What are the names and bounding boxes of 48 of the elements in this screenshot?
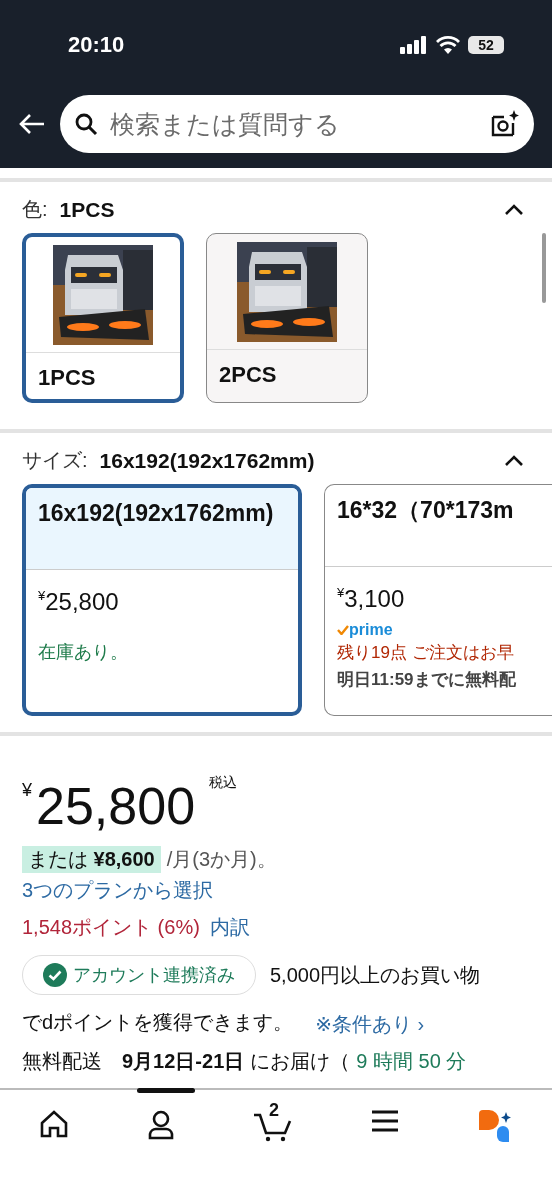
color-option[interactable]: 2PCS	[206, 233, 368, 403]
cart-count: 2	[269, 1100, 279, 1121]
size-price: $^{¥}$25,800	[38, 588, 120, 616]
prime-badge: prime	[337, 621, 393, 639]
stock-status: 在庫あり。	[38, 641, 129, 664]
delivery-countdown: 9 時間 50 分	[356, 1049, 467, 1074]
account-linked-badge: アカウント連携済み	[22, 955, 256, 995]
home-icon[interactable]	[39, 1110, 69, 1138]
wifi-icon	[436, 36, 460, 54]
points-text: 1,548ポイント (6%)	[22, 915, 200, 940]
check-circle-icon	[43, 963, 67, 987]
assistant-icon[interactable]	[477, 1110, 513, 1142]
option-value: 1PCS	[59, 197, 115, 222]
chevron-up-icon[interactable]	[504, 203, 524, 216]
breakdown-link[interactable]: 内訳	[209, 914, 250, 941]
product-price: $^{¥}$25,800	[22, 776, 196, 836]
installment-price: または ¥8,600	[22, 846, 161, 873]
size-option[interactable]: 16x192(192x1762mm) $^{¥}$25,800 在庫あり。	[22, 484, 302, 716]
delivery-date: 9月12日-21日	[122, 1049, 245, 1074]
size-title: 16*32（70*173m	[337, 497, 514, 523]
stock-warning: 残り19点 ご注文はお早	[337, 642, 515, 664]
conditions-link[interactable]: ※条件あり ›	[315, 1011, 425, 1038]
search-field[interactable]: 検索または質問する	[108, 108, 480, 140]
chevron-up-icon[interactable]	[504, 454, 524, 467]
signal-icon	[400, 36, 428, 54]
delivery-text: にお届け（	[250, 1049, 351, 1074]
dpoint-text: でdポイントを獲得できます。	[22, 1010, 294, 1035]
delivery-note: 明日11:59までに無料配	[337, 669, 517, 691]
size-option[interactable]: 16*32（70*173m $^{¥}$3,100 prime 残り19点 ご注文はお早 明日11:59までに無料配	[324, 484, 552, 716]
search-icon	[74, 112, 98, 136]
delivery-label: 無料配送	[22, 1049, 102, 1074]
size-title: 16x192(192x1762mm)	[38, 500, 274, 526]
color-option[interactable]: 1PCS	[22, 233, 184, 403]
back-arrow-icon[interactable]	[18, 113, 46, 135]
status-time: 20:10	[68, 32, 125, 58]
plans-link[interactable]: 3つのプランから選択	[22, 877, 530, 904]
account-icon[interactable]	[147, 1110, 175, 1140]
size-price: $^{¥}$3,100	[337, 585, 406, 613]
search-bar[interactable]: 検索または質問する	[60, 95, 534, 153]
tax-label: 税込	[209, 774, 238, 792]
installment-term: /月(3か月)。	[166, 847, 277, 872]
camera-icon[interactable]	[490, 109, 520, 139]
option-value: 16x192(192x1762mm)	[99, 448, 315, 473]
menu-icon[interactable]	[371, 1110, 399, 1132]
option-label: 色:	[22, 197, 48, 222]
option-label: サイズ:	[22, 448, 88, 473]
dpoint-text: 5,000円以上のお買い物	[270, 962, 481, 988]
battery-level: 52	[468, 36, 504, 54]
